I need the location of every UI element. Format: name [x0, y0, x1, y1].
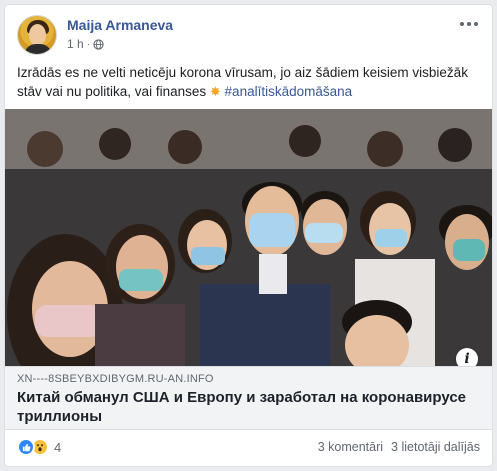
more-dot: [467, 22, 471, 26]
post-card: Maija Armaneva 1 h · Izrādās es ne velti…: [4, 4, 493, 467]
link-image[interactable]: i: [5, 109, 492, 366]
more-dot: [474, 22, 478, 26]
more-icon[interactable]: [458, 17, 480, 31]
post-footer: 4 3 komentāri 3 lietotāji dalījās: [17, 438, 480, 460]
wow-face-icon: [37, 444, 43, 452]
shares-count[interactable]: 3 lietotāji dalījās: [391, 440, 480, 454]
post-text: Izrādās es ne velti neticēju korona vīru…: [17, 63, 482, 101]
author-name[interactable]: Maija Armaneva: [67, 17, 173, 33]
more-dot: [460, 22, 464, 26]
info-icon[interactable]: i: [456, 348, 478, 366]
crowd-photo: [5, 109, 492, 366]
reactions-summary[interactable]: 4: [17, 438, 61, 456]
link-domain: XN----8SBEYBXDIBYGM.RU-AN.INFO: [17, 373, 214, 385]
avatar-face: [29, 24, 46, 46]
post-meta: 1 h ·: [67, 37, 104, 51]
meta-separator: ·: [86, 38, 91, 50]
like-reaction-icon: [17, 438, 35, 456]
post-header: Maija Armaneva 1 h ·: [17, 15, 480, 59]
burst-emoji: ✸: [209, 84, 221, 99]
link-preview[interactable]: XN----8SBEYBXDIBYGM.RU-AN.INFO Китай обм…: [5, 366, 492, 430]
comments-count[interactable]: 3 komentāri: [318, 440, 383, 454]
reaction-count: 4: [54, 439, 62, 455]
avatar[interactable]: [17, 15, 57, 55]
hashtag-link[interactable]: #analītiskādomāšana: [225, 84, 353, 99]
avatar-body: [24, 44, 52, 54]
post-stats: 3 komentāri 3 lietotāji dalījās: [318, 440, 480, 454]
post-time[interactable]: 1 h: [67, 37, 84, 51]
thumbs-up-icon: [22, 443, 30, 451]
link-title[interactable]: Китай обманул США и Европу и заработал н…: [17, 388, 477, 426]
globe-icon[interactable]: [93, 38, 104, 50]
